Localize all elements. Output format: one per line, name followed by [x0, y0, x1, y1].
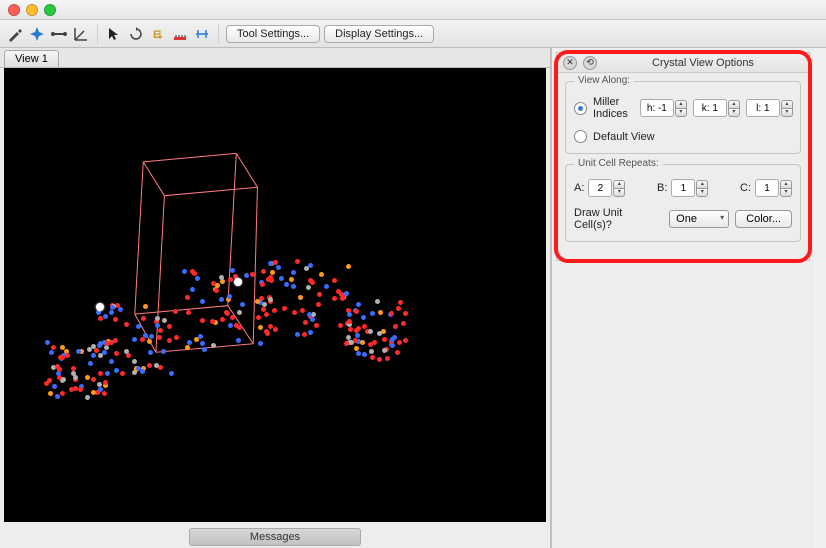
- repeat-b-label: B:: [657, 182, 667, 194]
- atom-highlight: [96, 303, 104, 311]
- scrollbar[interactable]: [814, 48, 826, 548]
- default-view-label: Default View: [593, 131, 655, 143]
- miller-indices-radio[interactable]: [574, 102, 587, 115]
- tab-bar: View 1: [0, 48, 550, 68]
- viewport-3d[interactable]: [4, 68, 546, 522]
- view-along-group: View Along: Miller Indices ▴▾ ▴▾ ▴▾ Defa…: [565, 81, 801, 154]
- angle-tool-icon[interactable]: [72, 25, 90, 43]
- window-title-file: 4QNO.pdb: [364, 4, 417, 16]
- repeats-label: Unit Cell Repeats:: [574, 158, 663, 169]
- minimize-icon[interactable]: [26, 4, 38, 16]
- close-icon[interactable]: [8, 4, 20, 16]
- svg-text:E: E: [153, 29, 160, 41]
- toolbar: E Tool Settings... Display Settings...: [0, 20, 826, 48]
- panel-undock-icon[interactable]: ⟲: [583, 56, 597, 70]
- repeat-b-stepper[interactable]: ▴▾: [671, 179, 708, 197]
- repeat-c-stepper[interactable]: ▴▾: [755, 179, 792, 197]
- align-tool-icon[interactable]: [193, 25, 211, 43]
- app-icon: [348, 4, 360, 16]
- view-along-label: View Along:: [574, 75, 634, 86]
- titlebar: 4QNO.pdb – Avogadro: [0, 0, 826, 20]
- repeat-c-label: C:: [740, 182, 751, 194]
- draw-tool-icon[interactable]: [6, 25, 24, 43]
- tab-view1[interactable]: View 1: [4, 50, 59, 67]
- miller-indices-label: Miller Indices: [593, 96, 628, 120]
- display-settings-button[interactable]: Display Settings...: [324, 25, 434, 43]
- draw-unit-cell-select[interactable]: One: [669, 210, 729, 228]
- measure-tool-icon[interactable]: [171, 25, 189, 43]
- molecule-atoms: [44, 268, 444, 448]
- panel-title: Crystal View Options: [603, 57, 803, 69]
- optimize-tool-icon[interactable]: E: [149, 25, 167, 43]
- tool-settings-button[interactable]: Tool Settings...: [226, 25, 320, 43]
- default-view-radio[interactable]: [574, 130, 587, 143]
- rotate-tool-icon[interactable]: [127, 25, 145, 43]
- repeat-a-label: A:: [574, 182, 584, 194]
- miller-l-stepper[interactable]: ▴▾: [746, 99, 793, 117]
- panel-close-icon[interactable]: ✕: [563, 56, 577, 70]
- messages-button[interactable]: Messages: [189, 528, 361, 546]
- miller-h-stepper[interactable]: ▴▾: [640, 99, 687, 117]
- window-title-app: Avogadro: [431, 4, 478, 16]
- unit-cell-repeats-group: Unit Cell Repeats: A: ▴▾ B: ▴▾ C: [565, 164, 801, 242]
- atom-highlight: [234, 278, 242, 286]
- crystal-view-panel: ✕ ⟲ Crystal View Options View Along: Mil…: [556, 52, 810, 261]
- cursor-tool-icon[interactable]: [105, 25, 123, 43]
- color-button[interactable]: Color...: [735, 210, 792, 228]
- bond-tool-icon[interactable]: [50, 25, 68, 43]
- miller-k-stepper[interactable]: ▴▾: [693, 99, 740, 117]
- repeat-a-stepper[interactable]: ▴▾: [588, 179, 625, 197]
- navigate-tool-icon[interactable]: [28, 25, 46, 43]
- zoom-icon[interactable]: [44, 4, 56, 16]
- draw-unit-cell-label: Draw Unit Cell(s)?: [574, 207, 663, 231]
